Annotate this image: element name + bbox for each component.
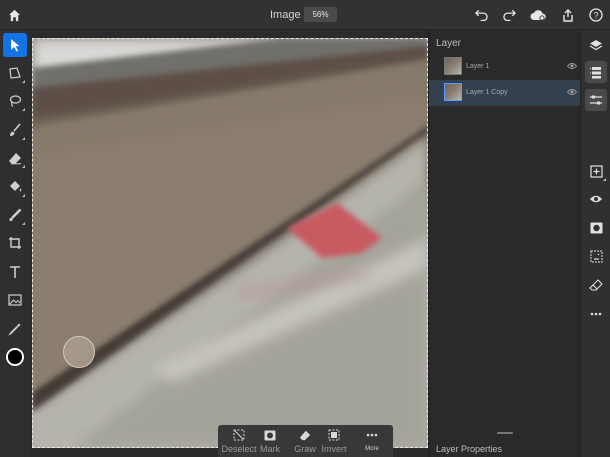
- top-bar: Image 56% ?: [0, 0, 610, 30]
- undo-icon[interactable]: [471, 5, 491, 25]
- layer-row-selected[interactable]: Layer 1 Copy: [429, 80, 581, 106]
- layers-panel: Layer Layer 1 Layer 1 Copy Layer Propert…: [428, 30, 581, 457]
- layer-thumbnail: [444, 83, 462, 101]
- brush-cursor: [63, 336, 95, 368]
- visibility-icon[interactable]: [567, 88, 577, 96]
- transform-icon[interactable]: [3, 61, 27, 85]
- visibility-icon[interactable]: [567, 62, 577, 70]
- more-icon[interactable]: [585, 303, 607, 325]
- selection-action-bar: Deselect Mark Graw Imvert More: [218, 425, 393, 457]
- layers-panel-title: Layer: [436, 38, 462, 49]
- more-label: More: [365, 446, 379, 452]
- home-icon[interactable]: [4, 5, 24, 25]
- mask-icon[interactable]: [585, 217, 607, 239]
- document-title: Image: [270, 9, 301, 21]
- fx-icon[interactable]: [585, 245, 607, 267]
- adjustments-icon[interactable]: [585, 89, 607, 111]
- crop-icon[interactable]: [3, 231, 27, 255]
- layers-icon[interactable]: [585, 34, 607, 56]
- tool-bar: [0, 30, 30, 457]
- more-button[interactable]: More: [358, 428, 386, 456]
- layer-properties-title[interactable]: Layer Properties: [436, 444, 502, 454]
- eraser-icon: [298, 428, 312, 442]
- layer-thumbnail: [444, 57, 462, 75]
- invert-icon: [327, 428, 341, 442]
- cloud-icon[interactable]: [528, 5, 548, 25]
- fill-bucket-icon[interactable]: [3, 175, 27, 199]
- deselect-button[interactable]: Deselect: [221, 428, 257, 456]
- text-icon[interactable]: [3, 260, 27, 284]
- layer-name: Layer 1 Copy: [466, 89, 508, 96]
- right-rail: [580, 30, 610, 457]
- image-icon[interactable]: [3, 288, 27, 312]
- layer-name: Layer 1: [466, 63, 490, 70]
- layer-row[interactable]: Layer 1: [429, 54, 581, 80]
- erase-layer-icon[interactable]: [585, 274, 607, 296]
- help-icon[interactable]: ?: [586, 5, 606, 25]
- select-arrow-icon[interactable]: [3, 33, 27, 57]
- healing-brush-icon[interactable]: [3, 203, 27, 227]
- deselect-icon: [232, 428, 246, 442]
- eraser-icon[interactable]: [3, 146, 27, 170]
- svg-text:?: ?: [593, 11, 598, 21]
- foreground-color-swatch[interactable]: [6, 348, 24, 366]
- erase-label: Graw: [294, 444, 316, 454]
- mask-button[interactable]: Mark: [258, 428, 282, 456]
- photo-content: [32, 38, 428, 448]
- erase-button[interactable]: Graw: [292, 428, 318, 456]
- visibility-icon[interactable]: [585, 188, 607, 210]
- invert-button[interactable]: Imvert: [319, 428, 349, 456]
- invert-label: Imvert: [321, 444, 347, 454]
- layer-stack-icon[interactable]: [585, 61, 607, 83]
- canvas-image: [32, 38, 428, 448]
- panel-drag-handle[interactable]: [497, 432, 513, 434]
- share-icon[interactable]: [558, 5, 578, 25]
- add-layer-icon[interactable]: [585, 160, 607, 182]
- deselect-label: Deselect: [221, 444, 257, 454]
- brush-icon[interactable]: [3, 118, 27, 142]
- more-icon: [365, 428, 379, 442]
- lasso-icon[interactable]: [3, 89, 27, 113]
- zoom-level[interactable]: 56%: [304, 7, 337, 22]
- eyedropper-icon[interactable]: [3, 317, 27, 341]
- canvas-area[interactable]: [30, 30, 428, 457]
- mask-label: Mark: [260, 444, 280, 454]
- mask-icon: [263, 428, 277, 442]
- redo-icon[interactable]: [499, 5, 519, 25]
